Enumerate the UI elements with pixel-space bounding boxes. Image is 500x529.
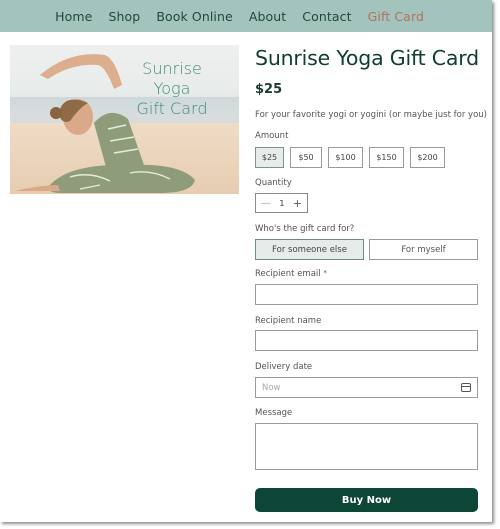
hero-overlay-text: Sunrise Yoga Gift Card xyxy=(127,59,217,119)
message-textarea[interactable] xyxy=(255,423,478,470)
quantity-label: Quantity xyxy=(255,178,292,188)
nav-home[interactable]: Home xyxy=(55,9,92,24)
recipient-email-input[interactable] xyxy=(255,284,478,305)
recipient-type-label: Who's the gift card for? xyxy=(255,224,355,234)
calendar-icon[interactable] xyxy=(461,383,471,392)
nav-about[interactable]: About xyxy=(249,9,286,24)
for-myself-button[interactable]: For myself xyxy=(369,239,478,260)
amount-options: $25 $50 $100 $150 $200 xyxy=(255,147,445,168)
top-nav: Home Shop Book Online About Contact Gift… xyxy=(0,0,492,32)
recipient-name-input[interactable] xyxy=(255,330,478,351)
product-price: $25 xyxy=(255,82,283,97)
minus-icon[interactable]: — xyxy=(261,198,271,209)
hero-line-2: Yoga xyxy=(153,79,191,98)
amount-option-25[interactable]: $25 xyxy=(255,147,284,168)
amount-option-200[interactable]: $200 xyxy=(410,147,445,168)
plus-icon[interactable]: + xyxy=(293,197,302,210)
recipient-email-label-text: Recipient email xyxy=(255,269,321,279)
page-frame: Home Shop Book Online About Contact Gift… xyxy=(0,0,492,522)
recipient-email-label: Recipient email * xyxy=(255,269,327,279)
nav-book-online[interactable]: Book Online xyxy=(156,9,233,24)
product-description: For your favorite yogi or yogini (or may… xyxy=(255,110,487,120)
amount-label: Amount xyxy=(255,131,289,141)
amount-option-50[interactable]: $50 xyxy=(290,147,322,168)
delivery-date-label: Delivery date xyxy=(255,362,313,372)
for-someone-else-button[interactable]: For someone else xyxy=(255,239,364,260)
delivery-date-input[interactable]: Now xyxy=(255,377,478,398)
product-title: Sunrise Yoga Gift Card xyxy=(255,46,479,70)
message-label: Message xyxy=(255,408,293,418)
quantity-stepper: — 1 + xyxy=(255,193,308,213)
required-asterisk: * xyxy=(323,269,327,277)
recipient-name-label: Recipient name xyxy=(255,316,322,326)
buy-now-button[interactable]: Buy Now xyxy=(255,488,478,512)
nav-shop[interactable]: Shop xyxy=(108,9,140,24)
product-image: Sunrise Yoga Gift Card xyxy=(10,45,239,194)
quantity-value[interactable]: 1 xyxy=(279,199,284,208)
amount-option-150[interactable]: $150 xyxy=(369,147,404,168)
hero-line-1: Sunrise xyxy=(142,59,202,78)
amount-option-100[interactable]: $100 xyxy=(328,147,363,168)
nav-gift-card[interactable]: Gift Card xyxy=(368,9,424,24)
hero-line-3: Gift Card xyxy=(136,99,208,118)
recipient-type-options: For someone else For myself xyxy=(255,239,478,260)
nav-contact[interactable]: Contact xyxy=(302,9,351,24)
delivery-date-placeholder: Now xyxy=(262,382,281,393)
